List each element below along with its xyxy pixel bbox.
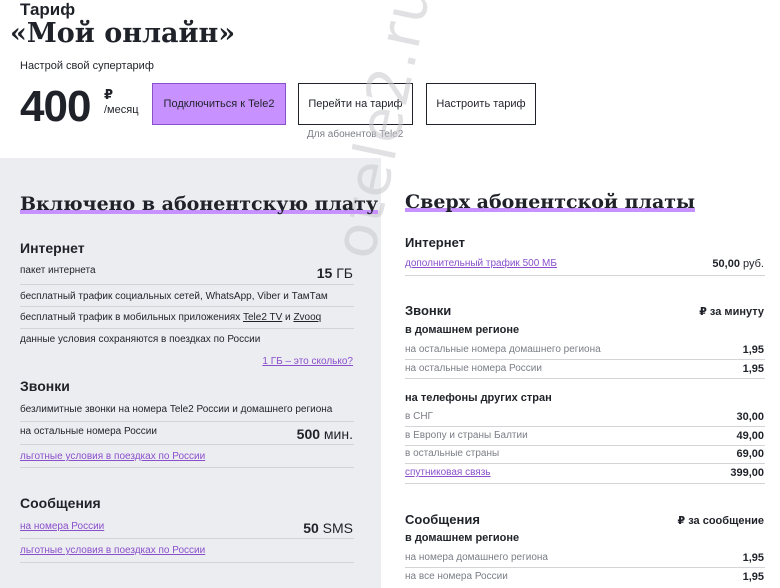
divider <box>405 359 765 360</box>
switch-note: Для абонентов Tele2 <box>307 129 404 140</box>
calls-intl-heading: на телефоны других стран <box>405 392 552 404</box>
included-title: Включено в абонентскую плату <box>20 193 379 215</box>
divider <box>405 445 765 446</box>
tariff-title-text: «Мой онлайн» <box>10 18 236 49</box>
apps-and: и <box>282 312 294 323</box>
included-internet-heading: Интернет <box>20 240 85 256</box>
divider <box>20 328 354 329</box>
sms-home-heading: в домашнем регионе <box>405 532 520 544</box>
calls-home-row-label: на остальные номера домашнего региона <box>405 344 601 355</box>
calls-home-heading: в домашнем регионе <box>405 324 520 336</box>
sms-row-label: на номера домашнего региона <box>405 552 548 563</box>
calls-intl-row-label: в СНГ <box>405 411 433 422</box>
satellite-link[interactable]: спутниковая связь <box>405 467 491 478</box>
calls-roaming-link[interactable]: льготные условия в поездках по России <box>20 451 205 462</box>
configure-tariff-button[interactable]: Настроить тариф <box>426 83 536 125</box>
calls-intl-row-value: 69,00 <box>736 448 764 460</box>
divider <box>20 306 354 307</box>
internet-roaming-line: данные условия сохраняются в поездках по… <box>20 334 261 345</box>
divider <box>20 421 354 422</box>
extra-calls-heading: Звонки <box>405 303 452 318</box>
divider <box>405 275 765 276</box>
package-amount: 15 <box>316 265 333 281</box>
calls-home-row-label: на остальные номера России <box>405 363 542 374</box>
connect-button[interactable]: Подключиться к Tele2 <box>152 83 286 125</box>
included-calls-heading: Звонки <box>20 378 70 394</box>
sms-amount: 50 <box>303 520 319 536</box>
calls-intl-row-value: 30,00 <box>736 411 764 423</box>
extra-sms-heading: Сообщения <box>405 512 480 527</box>
sms-roaming-link[interactable]: льготные условия в поездках по России <box>20 545 205 556</box>
minutes-amount: 500 <box>296 426 321 442</box>
extra-traffic-price: 50,00 руб. <box>712 258 764 270</box>
sms-count-value: 50 SMS <box>303 520 353 536</box>
price-currency: ₽ <box>104 87 114 102</box>
traffic-price-unit: руб. <box>743 258 764 270</box>
switch-tariff-button[interactable]: Перейти на тариф <box>298 83 413 125</box>
price-value: 400 <box>20 82 91 131</box>
calls-intl-row-value: 49,00 <box>736 430 764 442</box>
calls-home-row-value: 1,95 <box>742 363 764 375</box>
minutes-unit: мин. <box>323 426 353 442</box>
sms-row-value: 1,95 <box>742 552 764 564</box>
sms-price-hint: ₽ за сообщение <box>677 515 764 527</box>
divider <box>405 426 765 427</box>
calls-price-hint: ₽ за минуту <box>699 306 764 318</box>
divider <box>20 467 354 468</box>
sms-row-label: на все номера России <box>405 571 508 582</box>
extra-internet-heading: Интернет <box>405 235 466 250</box>
included-sms-heading: Сообщения <box>20 495 101 511</box>
calls-intl-row-label: в остальные страны <box>405 448 500 459</box>
internet-apps-line: бесплатный трафик в мобильных приложения… <box>20 312 321 323</box>
apps-prefix: бесплатный трафик в мобильных приложения… <box>20 312 243 323</box>
divider <box>405 567 765 568</box>
tele2-tv-link[interactable]: Tele2 TV <box>243 312 282 323</box>
calls-intl-row-value: 399,00 <box>730 467 764 479</box>
calls-home-row-value: 1,95 <box>742 344 764 356</box>
sms-row-value: 1,95 <box>742 571 764 583</box>
extra-title: Сверх абонентской платы <box>405 191 696 213</box>
divider <box>20 562 354 563</box>
calls-other-line: на остальные номера России <box>20 426 157 437</box>
internet-social-line: бесплатный трафик социальных сетей, What… <box>20 291 328 302</box>
internet-package-label: пакет интернета <box>20 265 96 276</box>
tariff-label: Тариф <box>20 0 76 19</box>
included-title-text: Включено в абонентскую плату <box>20 193 379 215</box>
divider <box>405 378 765 379</box>
tariff-subtitle: Настрой свой супертариф <box>20 60 154 72</box>
calls-minutes-value: 500 мин. <box>297 426 353 442</box>
sms-unit: SMS <box>322 520 353 536</box>
extra-traffic-link[interactable]: дополнительный трафик 500 МБ <box>405 258 557 269</box>
gb-info-link[interactable]: 1 ГБ – это сколько? <box>262 356 353 367</box>
divider <box>20 538 354 539</box>
divider <box>405 463 765 464</box>
divider <box>20 284 354 285</box>
divider <box>20 444 354 445</box>
package-unit: ГБ <box>336 265 353 281</box>
internet-package-value: 15 ГБ <box>317 265 353 281</box>
zvooq-link[interactable]: Zvooq <box>293 312 321 323</box>
divider <box>405 483 765 484</box>
calls-unlimited-line: безлимитные звонки на номера Tele2 Росси… <box>20 404 333 415</box>
calls-intl-row-label: в Европу и страны Балтии <box>405 430 528 441</box>
traffic-price-amount: 50,00 <box>712 258 740 270</box>
tariff-title: «Мой онлайн» <box>10 18 235 50</box>
sms-russia-link[interactable]: на номера России <box>20 521 104 532</box>
extra-title-text: Сверх абонентской платы <box>405 191 696 213</box>
price-period: /месяц <box>104 104 139 116</box>
